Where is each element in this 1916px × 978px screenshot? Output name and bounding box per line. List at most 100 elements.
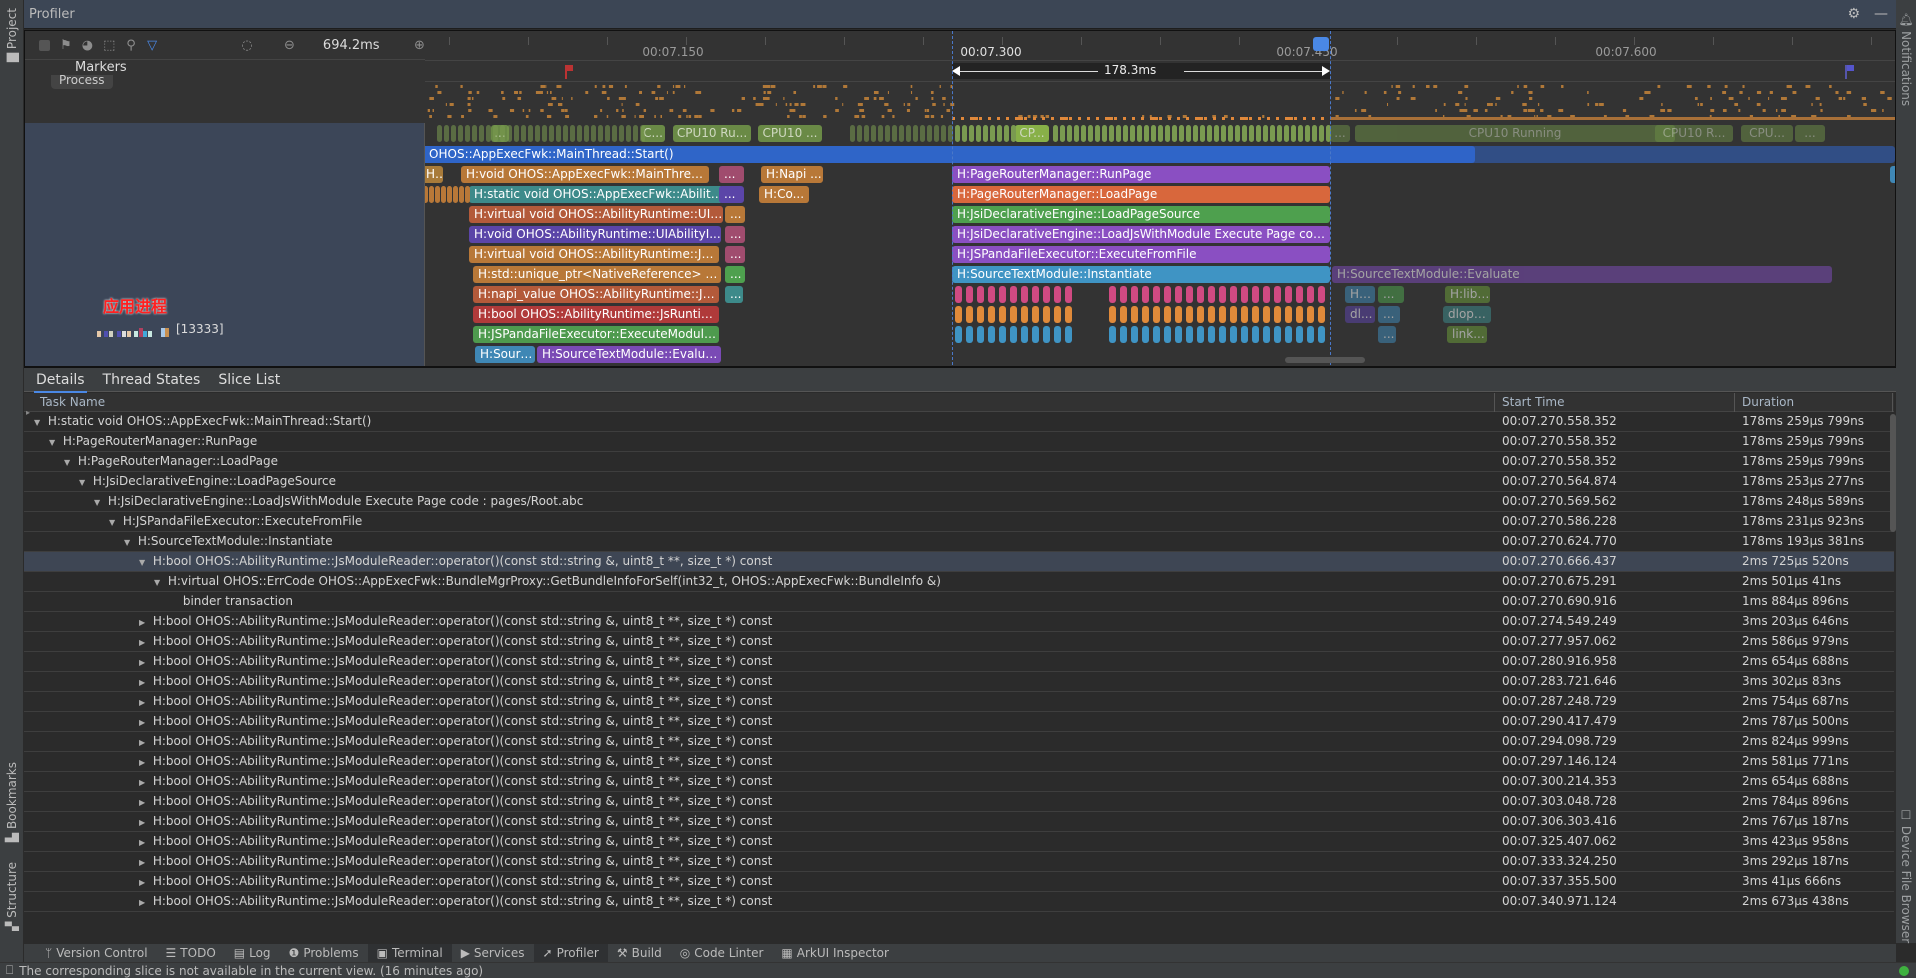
trace-slice[interactable]: H:std::unique_ptr<NativeReference> O... [473,266,721,283]
trace-slice[interactable] [1307,306,1314,323]
trace-slice[interactable]: ... [719,166,744,183]
cpu-slice[interactable] [997,125,1002,142]
trace-slice[interactable] [999,326,1006,343]
trace-slice[interactable]: H:void OHOS::AppExecFwk::MainThread::... [461,166,709,183]
record-icon[interactable]: ◕ [82,38,93,53]
trace-slice[interactable]: H:JsiDeclarativeEngine::LoadPageSource [952,206,1330,223]
trace-slice[interactable] [1274,326,1281,343]
cpu-slice[interactable] [1200,125,1205,142]
chevron-right-icon[interactable]: ▶ [139,713,149,732]
cpu-slice[interactable] [1207,125,1212,142]
tool-tab-log[interactable]: ▤ Log [225,944,280,963]
cpu-slice[interactable] [1284,125,1289,142]
chevron-down-icon[interactable]: ▼ [79,473,89,492]
cpu-slice[interactable] [1130,125,1135,142]
cpu-slice[interactable] [990,125,995,142]
trace-slice[interactable] [1032,306,1039,323]
trace-slice[interactable]: ... [1378,286,1404,303]
trace-slice[interactable] [1307,326,1314,343]
cpu-slice[interactable] [913,125,918,142]
trace-slice[interactable]: link... [1447,326,1487,343]
chevron-right-icon[interactable]: ▶ [139,793,149,812]
trace-slice-continuation[interactable] [1330,146,1895,163]
trace-slice[interactable] [1285,286,1292,303]
cpu-slice[interactable] [619,125,624,142]
import-icon[interactable]: ⬚ [103,38,115,53]
cpu-slice[interactable] [955,125,960,142]
trace-slice[interactable]: H:static void OHOS::AppExecFwk::MainThre… [425,146,1475,163]
cpu-slice[interactable] [1298,125,1303,142]
cpu-slice[interactable] [1235,125,1240,142]
cpu-slice[interactable] [437,125,442,142]
cpu-slice[interactable]: ... [1330,125,1350,142]
trace-slice[interactable] [988,286,995,303]
table-row[interactable]: ▼ H:JSPandaFileExecutor::ExecuteFromFile… [24,512,1894,532]
trace-slice[interactable]: H:SourceTextModule::Evaluate [1332,266,1832,283]
trace-slice[interactable] [1197,306,1204,323]
trace-slice[interactable] [1252,306,1259,323]
table-row[interactable]: ▼ H:JsiDeclarativeEngine::LoadJsWithModu… [24,492,1894,512]
cpu-slice[interactable] [542,125,547,142]
trace-slice[interactable] [1010,306,1017,323]
cpu-slice[interactable] [1102,125,1107,142]
cpu-slice[interactable] [549,125,554,142]
trace-slice[interactable] [1175,286,1182,303]
trace-slice[interactable] [955,286,962,303]
trace-slice[interactable] [1142,286,1149,303]
trace-slice[interactable] [1241,286,1248,303]
horizontal-scrollbar[interactable] [1285,357,1365,363]
trace-slice[interactable]: H:PageRouterManager::RunPage [952,166,1330,183]
trace-slice[interactable]: H:bool OHOS::AbilityRuntime::JsRuntim... [473,306,719,323]
table-row[interactable]: ▼ H:PageRouterManager::LoadPage 00:07.270… [24,452,1894,472]
tab-slice-list[interactable]: Slice List [216,370,282,390]
trace-slice[interactable] [1252,326,1259,343]
trace-slice[interactable]: ... [719,186,744,203]
trace-slice[interactable] [1285,326,1292,343]
cpu-slice[interactable] [1193,125,1198,142]
notifications-tool-tab[interactable]: 🔔︎ Notifications [1899,12,1913,106]
reset-zoom-icon[interactable]: ◌ [241,38,252,53]
trace-slice[interactable] [441,186,446,203]
table-row[interactable]: ▼ H:virtual OHOS::ErrCode OHOS::AppExecF… [24,572,1894,592]
tool-tab-code-linter[interactable]: ◎ Code Linter [671,944,773,963]
tool-tab-problems[interactable]: ❶ Problems [280,944,368,963]
project-tool-tab[interactable]: ▇ Project [5,8,19,62]
chevron-right-icon[interactable]: ▶ [139,753,149,772]
trace-slice[interactable] [1054,326,1061,343]
trace-slice[interactable] [1274,286,1281,303]
trace-slice[interactable] [977,286,984,303]
trace-slice[interactable] [1109,286,1116,303]
table-row[interactable]: ▼ H:bool OHOS::AbilityRuntime::JsModuleR… [24,552,1894,572]
cpu-slice[interactable] [640,125,645,142]
chevron-down-icon[interactable]: ▼ [49,433,59,452]
cpu-slice[interactable] [927,125,932,142]
trace-slice[interactable]: dl... [1345,306,1375,323]
tool-tab-services[interactable]: ▶ Services [452,944,534,963]
tab-details[interactable]: Details [34,370,87,394]
trace-slice[interactable] [1153,306,1160,323]
cpu-slice[interactable] [1060,125,1065,142]
cpu-slice[interactable] [1067,125,1072,142]
cpu-slice[interactable] [983,125,988,142]
trace-slice[interactable] [999,306,1006,323]
cpu-slice[interactable] [479,125,484,142]
chevron-right-icon[interactable]: ▶ [139,853,149,872]
trace-slice[interactable] [1186,326,1193,343]
cpu-slice[interactable] [521,125,526,142]
trace-slice[interactable] [1120,306,1127,323]
table-row[interactable]: ▶ H:bool OHOS::AbilityRuntime::JsModuleR… [24,792,1894,812]
cpu-slice[interactable] [899,125,904,142]
chevron-right-icon[interactable]: ▶ [139,773,149,792]
trace-slice[interactable]: ... [725,206,745,223]
cpu-slice[interactable] [500,125,505,142]
cpu-slice[interactable] [1095,125,1100,142]
trace-slice[interactable] [1032,326,1039,343]
chevron-down-icon[interactable]: ▼ [154,573,164,592]
table-row[interactable]: ▶ H:bool OHOS::AbilityRuntime::JsModuleR… [24,652,1894,672]
cpu-slice[interactable] [451,125,456,142]
cpu-slice[interactable]: CPU... [1741,125,1793,142]
trace-slice[interactable] [977,306,984,323]
trace-slice[interactable] [425,186,428,203]
status-toggle-icon[interactable]: ⎕ [6,963,13,978]
tool-tab-todo[interactable]: ☰ TODO [157,944,225,963]
